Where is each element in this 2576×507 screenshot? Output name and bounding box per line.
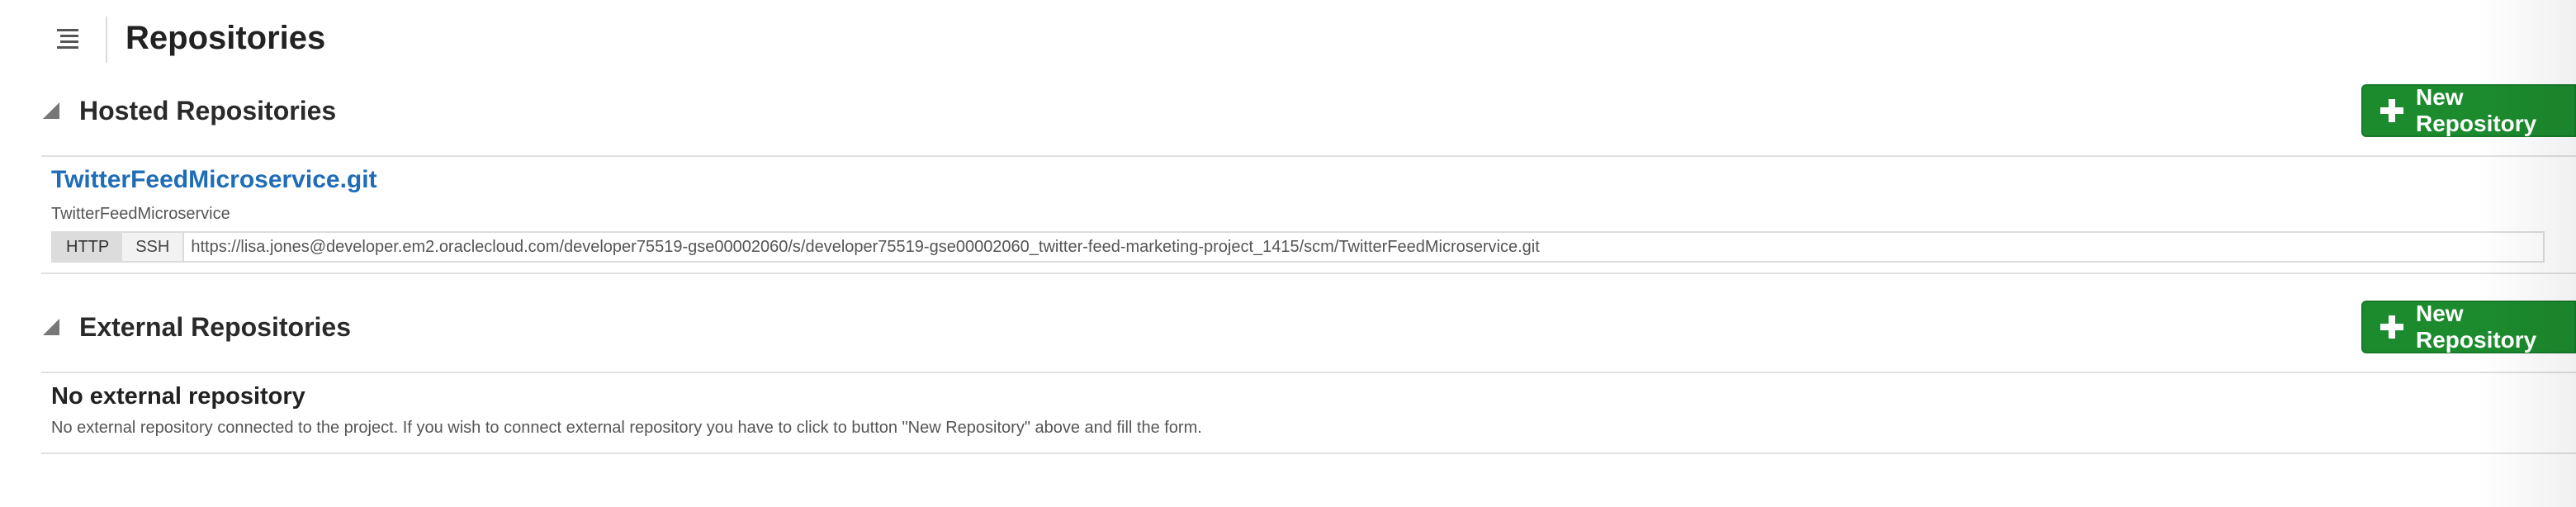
plus-icon — [2380, 99, 2403, 122]
collapse-triangle-icon[interactable] — [41, 101, 61, 121]
protocol-tab-http[interactable]: HTTP — [53, 233, 123, 261]
new-repository-label: New Repository — [2416, 84, 2537, 136]
divider — [41, 453, 2576, 454]
divider — [41, 155, 2576, 157]
page-header: Repositories — [0, 0, 2576, 78]
repository-description: TwitterFeedMicroservice — [51, 205, 230, 223]
new-repository-label: New Repository — [2416, 301, 2537, 353]
repository-name-link[interactable]: TwitterFeedMicroservice.git — [51, 163, 377, 197]
external-repositories-header: External Repositories New Repository — [41, 299, 2576, 353]
collapse-triangle-icon[interactable] — [41, 317, 61, 337]
hosted-repositories-header: Hosted Repositories New Repository — [41, 83, 2576, 137]
clone-url-field[interactable]: https://lisa.jones@developer.em2.oraclec… — [184, 233, 2543, 261]
empty-state-text: No external repository connected to the … — [51, 419, 1202, 437]
new-repository-button-hosted[interactable]: New Repository — [2361, 84, 2576, 137]
divider — [41, 272, 2576, 274]
list-menu-icon[interactable] — [46, 23, 89, 56]
section-title-hosted: Hosted Repositories — [79, 96, 337, 126]
new-repository-button-external[interactable]: New Repository — [2361, 301, 2576, 353]
empty-state-title: No external repository — [51, 383, 305, 410]
clone-url-box: HTTP SSH https://lisa.jones@developer.em… — [51, 231, 2545, 263]
header-divider — [106, 17, 107, 63]
plus-icon — [2380, 315, 2403, 339]
protocol-tab-ssh[interactable]: SSH — [122, 233, 185, 261]
section-title-external: External Repositories — [79, 312, 351, 342]
page-title: Repositories — [125, 20, 326, 56]
divider — [41, 372, 2576, 373]
